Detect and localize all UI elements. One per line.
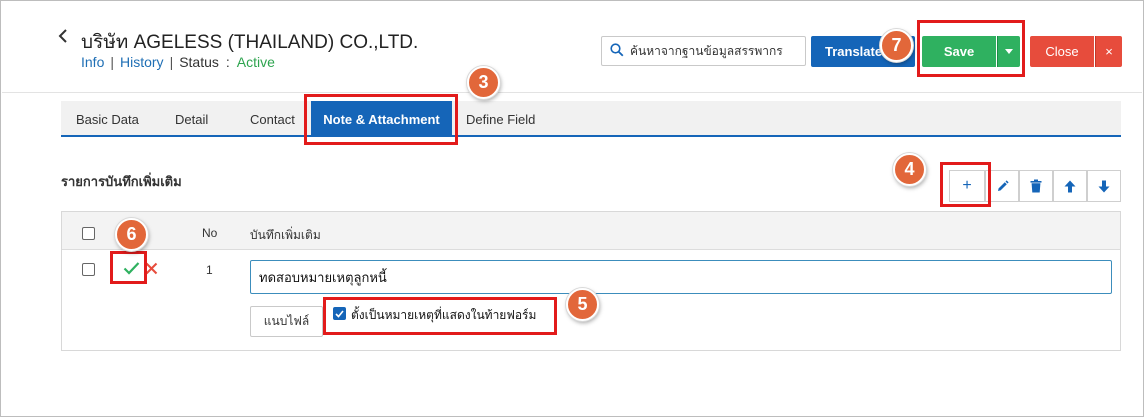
status-colon: : <box>225 54 230 70</box>
tab-bar <box>61 101 1121 137</box>
annotation-marker-7: 7 <box>880 29 913 62</box>
column-header-no: No <box>202 226 218 240</box>
status-badge: Active <box>236 54 275 70</box>
delete-button[interactable] <box>1019 170 1053 202</box>
pencil-icon <box>997 179 1009 191</box>
tab-contact[interactable]: Contact <box>250 101 295 137</box>
move-up-button[interactable] <box>1053 170 1087 202</box>
header-meta: Info | History | Status: Active <box>81 54 275 70</box>
row-checkbox[interactable] <box>82 263 95 276</box>
row-number: 1 <box>206 263 213 277</box>
annotation-box-confirm <box>110 251 147 284</box>
arrow-up-icon <box>1064 180 1076 192</box>
note-input[interactable] <box>250 260 1112 294</box>
column-header-note: บันทึกเพิ่มเติม <box>250 228 321 242</box>
close-x-button[interactable]: × <box>1095 36 1122 67</box>
annotation-box-add <box>940 162 991 207</box>
divider <box>2 92 1142 93</box>
tab-detail[interactable]: Detail <box>175 101 208 137</box>
close-button[interactable]: Close <box>1030 36 1094 67</box>
history-link[interactable]: History <box>120 54 164 70</box>
status-label: Status <box>179 54 219 70</box>
move-down-button[interactable] <box>1087 170 1121 202</box>
select-all-checkbox[interactable] <box>82 227 95 240</box>
section-title: รายการบันทึกเพิ่มเติม <box>61 174 182 189</box>
tab-define-field[interactable]: Define Field <box>466 101 535 137</box>
annotation-box-tab <box>304 94 458 145</box>
annotation-box-save <box>917 20 1025 77</box>
attach-file-button[interactable]: แนบไฟล์ <box>250 306 323 337</box>
annotation-marker-3: 3 <box>467 66 500 99</box>
search-box[interactable] <box>601 36 806 66</box>
annotation-box-checkbox <box>323 297 557 335</box>
annotation-marker-4: 4 <box>893 153 926 186</box>
arrow-down-icon <box>1098 180 1110 192</box>
info-link[interactable]: Info <box>81 54 104 70</box>
tab-basic-data[interactable]: Basic Data <box>76 101 139 137</box>
search-icon <box>610 42 624 60</box>
trash-icon <box>1030 179 1042 193</box>
separator: | <box>169 54 174 70</box>
annotation-marker-6: 6 <box>115 218 148 251</box>
search-input[interactable] <box>628 43 798 59</box>
separator: | <box>110 54 114 70</box>
table-header <box>62 212 1120 250</box>
page-title: บริษัท AGELESS (THAILAND) CO.,LTD. <box>81 32 419 53</box>
annotation-marker-5: 5 <box>566 288 599 321</box>
back-icon[interactable] <box>58 28 68 48</box>
